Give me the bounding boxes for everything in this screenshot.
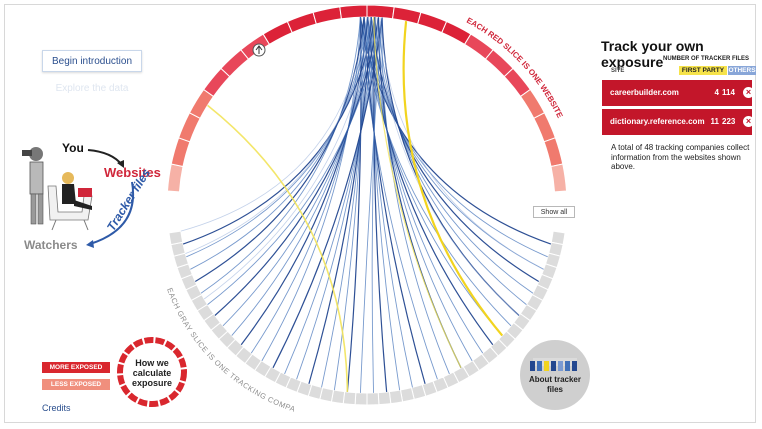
remove-site-icon[interactable]: × [743,87,754,98]
begin-introduction-button[interactable]: Begin introduction [42,50,142,72]
website-slice[interactable] [550,163,568,193]
website-slice[interactable] [533,112,557,143]
connection-line [180,16,368,232]
connection-line [284,17,379,375]
tracker-slice[interactable] [354,392,368,406]
connection-line [182,17,376,245]
site-name: careerbuilder.com [610,88,679,97]
stripe-icon [544,361,549,371]
stripe-icon [572,361,577,371]
stripe-icon [530,361,535,371]
tracker-count-heading: NUMBER OF TRACKER FILES [663,56,749,62]
wheel-top-caption: EACH RED SLICE IS ONE WEBSITE [465,16,565,120]
connection-line [402,20,504,337]
tracker-slice[interactable] [366,392,380,406]
first-party-count: 4 [714,88,719,97]
stripe-icon [558,361,563,371]
stripe-icon [537,361,542,371]
others-badge: OTHERS [728,66,756,75]
show-all-button[interactable]: Show all [533,206,575,218]
first-party-count: 11 [710,117,719,126]
stripe-icon [565,361,570,371]
drag-handle-icon[interactable] [252,43,266,57]
about-tracker-files-label[interactable]: About tracker files [520,375,590,395]
first-party-badge: FIRST PARTY [679,66,727,75]
illustration [22,147,135,248]
legend-more-exposed: MORE EXPOSED [42,362,110,373]
tracker-connections [180,16,552,393]
others-count: 223 [722,117,736,126]
label-watchers: Watchers [24,238,78,252]
tracker-slice[interactable] [377,391,392,406]
website-slice[interactable] [312,6,342,25]
connection-line [250,16,365,354]
calc-exposure-label[interactable]: How we calculate exposure [124,358,180,388]
tracker-slice[interactable] [168,230,184,246]
website-slice[interactable] [417,11,448,34]
explore-data-button: Explore the data [55,83,129,94]
connection-line [240,16,369,346]
connection-line [374,17,473,362]
site-row[interactable]: careerbuilder.com 4 114 × [602,80,754,106]
site-name: dictionary.reference.com [610,117,705,126]
connection-line [333,17,365,391]
website-slice[interactable] [262,20,293,46]
connection-line [308,17,372,384]
watcher-figure-icon [22,147,44,225]
user-figure-icon [47,172,93,231]
remove-site-icon[interactable]: × [743,116,754,127]
stripe-icon [551,361,556,371]
panel-note: A total of 48 tracking companies collect… [611,143,750,171]
others-count: 114 [722,88,735,97]
website-slice[interactable] [286,11,317,34]
credits-link[interactable]: Credits [42,403,71,413]
website-slice[interactable] [170,137,191,168]
label-you: You [62,141,84,155]
column-site-header: SITE [611,68,625,74]
connection-line [185,16,371,255]
website-slice[interactable] [339,4,368,20]
website-slice[interactable] [519,88,546,119]
site-row[interactable]: dictionary.reference.com 11 223 × [602,109,754,135]
tracker-slice[interactable] [388,389,404,405]
website-slice[interactable] [166,163,184,193]
tracker-slice[interactable] [342,391,357,406]
website-slice[interactable] [366,4,395,20]
website-slice[interactable] [543,137,564,168]
legend-less-exposed: LESS EXPOSED [42,379,110,390]
